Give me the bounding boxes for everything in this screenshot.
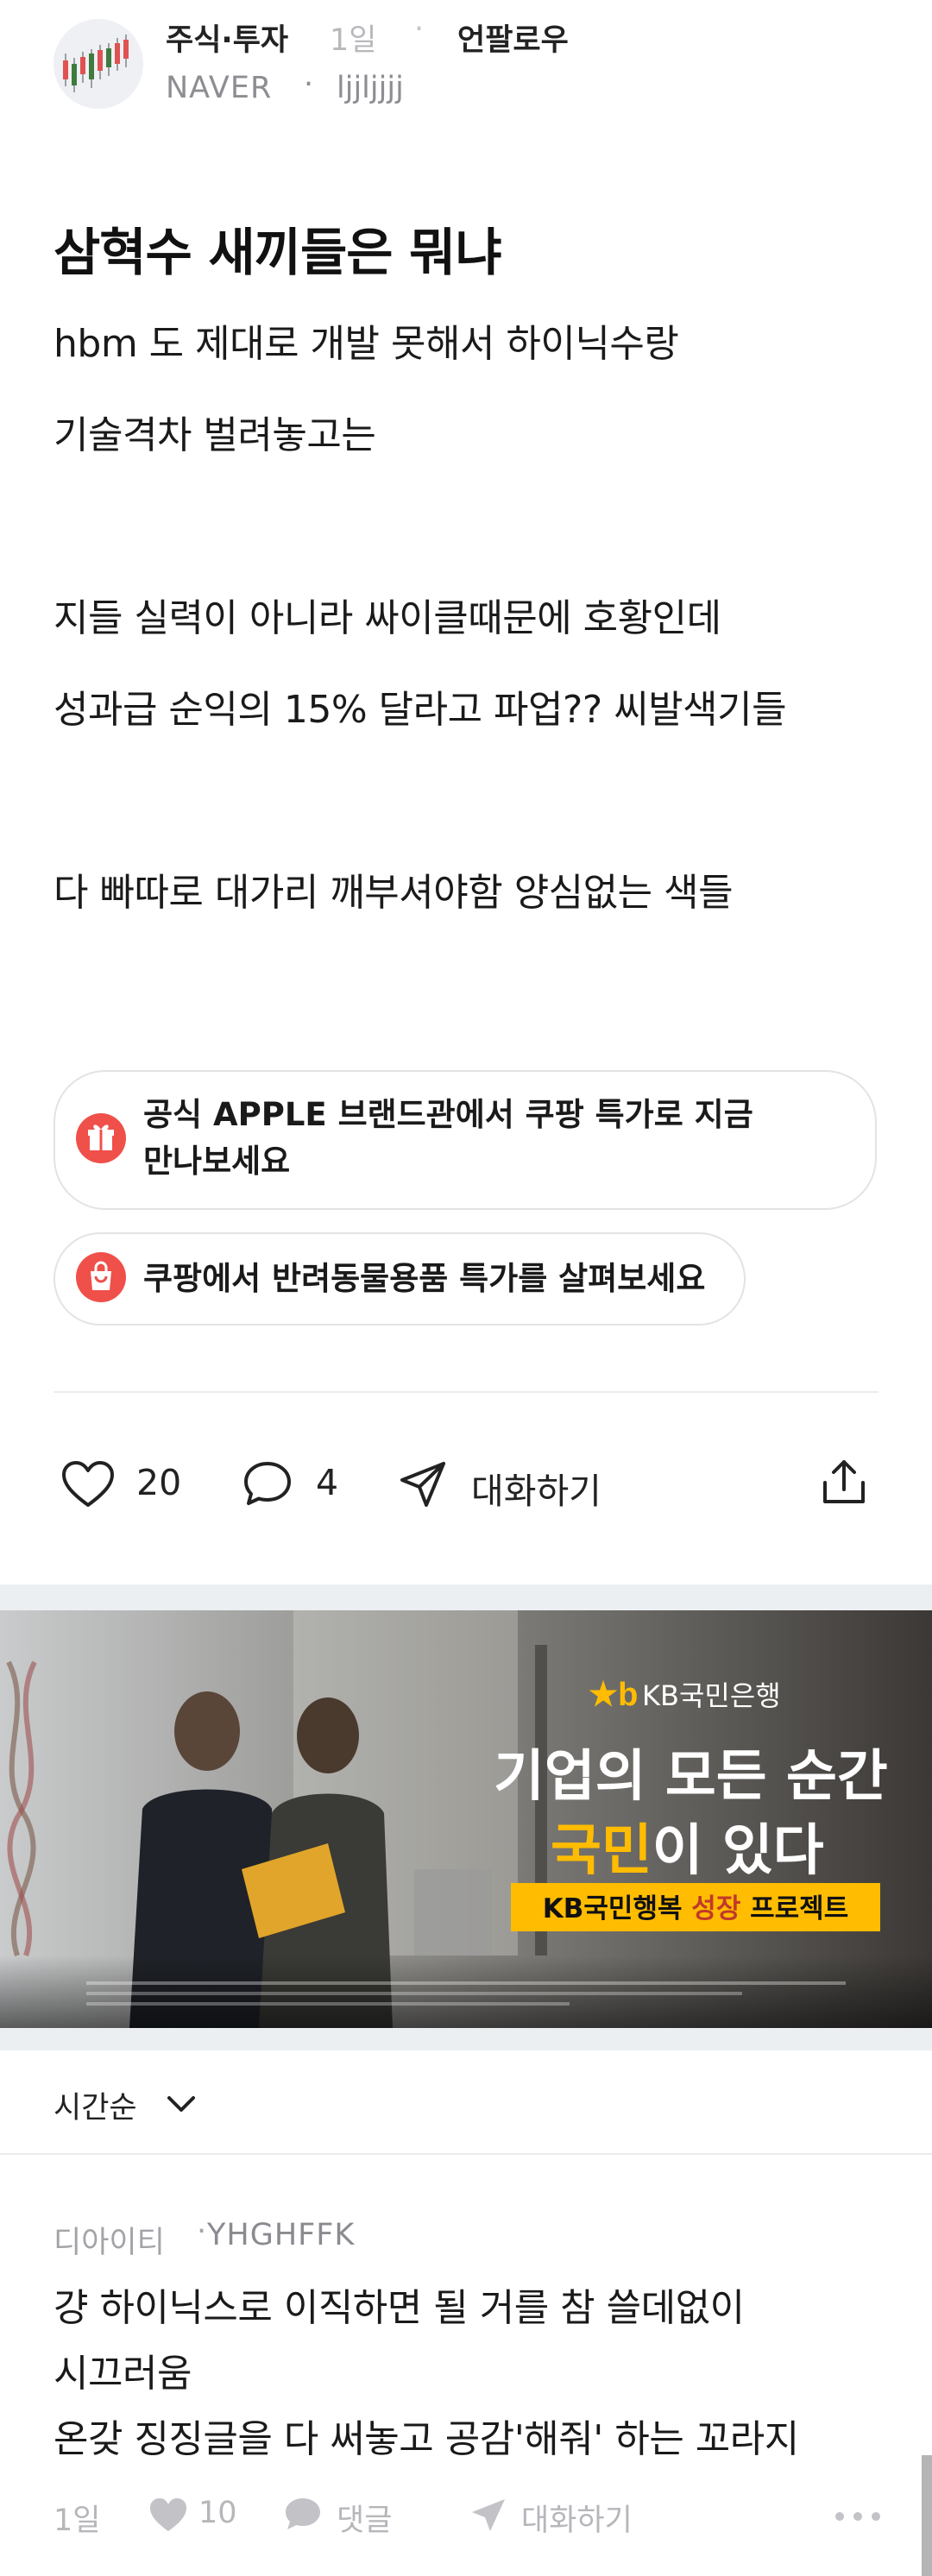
reply-button[interactable]: 댓글 <box>337 2496 392 2540</box>
comment-company: 디아이티 <box>54 2226 165 2260</box>
post-body-line: hbm 도 제대로 개발 못해서 하이닉수랑 <box>54 322 679 366</box>
scrollbar[interactable] <box>922 2455 932 2576</box>
comment-time: 1일 <box>54 2504 101 2538</box>
unfollow-button[interactable]: 언팔로우 <box>457 16 569 60</box>
send-icon[interactable] <box>469 2497 507 2533</box>
comment-text: 걍 하이닉스로 이직하면 될 거를 참 쓸데없이 <box>54 2286 745 2330</box>
ad-image: ★b KB국민은행 기업의 모든 순간 국민이 있다 KB국민행복 성장 프로젝… <box>0 1610 932 2028</box>
post-body-line: 성과급 순익의 15% 달라고 파업?? 씨발색기들 <box>54 688 787 732</box>
like-count: 20 <box>136 1462 182 1503</box>
chevron-down-icon[interactable] <box>164 2087 198 2121</box>
company-name: NAVER <box>166 71 273 105</box>
heart-icon[interactable] <box>148 2497 188 2533</box>
gift-icon <box>76 1113 126 1163</box>
chip-label: 공식 APPLE 브랜드관에서 쿠팡 특가로 지금 <box>143 1096 753 1133</box>
post-body-line: 지들 실력이 아니라 싸이클때문에 호황인데 <box>54 596 721 640</box>
ad-banner-label: KB국민행복 성장 프로젝트 <box>543 1893 848 1924</box>
svg-text:★b: ★b <box>589 1677 638 1713</box>
post-body-line: 다 빠따로 대가리 깨부셔야함 양심없는 색들 <box>54 871 734 915</box>
shopping-bag-icon <box>76 1252 126 1302</box>
product-promo-chip[interactable]: 쿠팡에서 반려동물용품 특가를 살펴보세요 <box>54 1232 746 1326</box>
category-label[interactable]: 주식·투자 <box>166 16 288 60</box>
more-options-icon[interactable] <box>834 2510 882 2522</box>
divider <box>0 2153 932 2155</box>
product-promo-chip[interactable]: 공식 APPLE 브랜드관에서 쿠팡 특가로 지금 만나보세요 <box>54 1070 877 1210</box>
post-body-line: 기술격차 벌려놓고는 <box>54 413 376 457</box>
chat-button[interactable]: 대화하기 <box>471 1462 601 1514</box>
comment-like-count: 10 <box>198 2496 237 2530</box>
ad-headline-2: 국민이 있다 <box>551 1819 824 1883</box>
sort-label[interactable]: 시간순 <box>54 2083 137 2127</box>
comment-text: 온갖 징징글을 다 써놓고 공감'해줘' 하는 꼬라지 <box>54 2417 799 2461</box>
comment-text: 시끄러움 <box>54 2352 192 2396</box>
ad-headline: 기업의 모든 순간 <box>494 1745 888 1809</box>
chip-label: 만나보세요 <box>143 1143 291 1180</box>
avatar[interactable] <box>54 19 143 109</box>
post-title: 삼혁수 새끼들은 뭐냐 <box>54 223 502 282</box>
divider <box>54 1391 878 1393</box>
heart-icon[interactable] <box>60 1458 116 1510</box>
share-icon[interactable] <box>820 1457 868 1508</box>
chip-label: 쿠팡에서 반려동물용품 특가를 살펴보세요 <box>143 1260 706 1297</box>
separator-dot: · <box>197 2214 207 2249</box>
comment-count: 4 <box>316 1462 339 1503</box>
comment-author[interactable]: YHGHFFK <box>207 2218 355 2252</box>
kb-logo-icon: ★b <box>589 1677 638 1713</box>
ad-banner[interactable]: ★b KB국민은행 기업의 모든 순간 국민이 있다 KB국민행복 성장 프로젝… <box>0 1610 932 2028</box>
separator-dot: · <box>414 12 425 47</box>
comment-icon[interactable] <box>283 2497 323 2533</box>
separator-dot: · <box>304 67 314 102</box>
ad-brand: KB국민은행 <box>642 1679 781 1712</box>
author-nickname[interactable]: ljjljjjj <box>337 71 404 105</box>
send-icon[interactable] <box>397 1458 449 1510</box>
chat-button[interactable]: 대화하기 <box>521 2496 633 2540</box>
post-time: 1일 <box>330 23 377 58</box>
comment-icon[interactable] <box>242 1458 293 1510</box>
